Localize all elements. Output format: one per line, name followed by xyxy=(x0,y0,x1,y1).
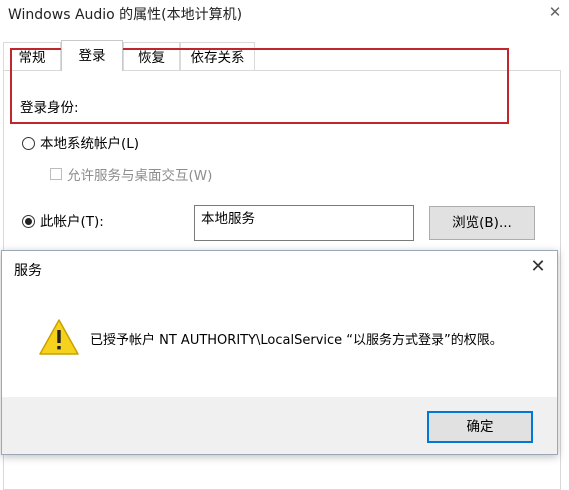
allow-desktop-checkbox[interactable] xyxy=(50,168,62,180)
close-icon[interactable]: ✕ xyxy=(526,256,550,277)
account-field[interactable]: 本地服务 xyxy=(194,205,414,241)
tab-logon[interactable]: 登录 xyxy=(61,40,123,71)
close-icon[interactable]: ✕ xyxy=(545,3,565,21)
this-account-label[interactable]: 此帐户(T): xyxy=(40,210,104,230)
allow-desktop-label: 允许服务与桌面交互(W) xyxy=(67,168,213,184)
dialog-message: 已授予帐户 NT AUTHORITY\LocalService “以服务方式登录… xyxy=(90,333,503,348)
message-dialog: 服务 ✕ 已授予帐户 NT AUTHORITY\LocalService “以服… xyxy=(1,250,558,455)
dialog-title: 服务 xyxy=(14,263,42,279)
ok-button[interactable]: 确定 xyxy=(427,411,533,443)
warning-icon xyxy=(39,319,79,355)
local-system-radio[interactable] xyxy=(22,137,35,150)
dialog-titlebar: 服务 ✕ xyxy=(2,251,557,287)
this-account-radio[interactable] xyxy=(22,215,35,228)
browse-button[interactable]: 浏览(B)... xyxy=(429,206,535,240)
local-system-label[interactable]: 本地系统帐户(L) xyxy=(40,132,139,152)
window-title: Windows Audio 的属性(本地计算机) xyxy=(8,7,243,23)
